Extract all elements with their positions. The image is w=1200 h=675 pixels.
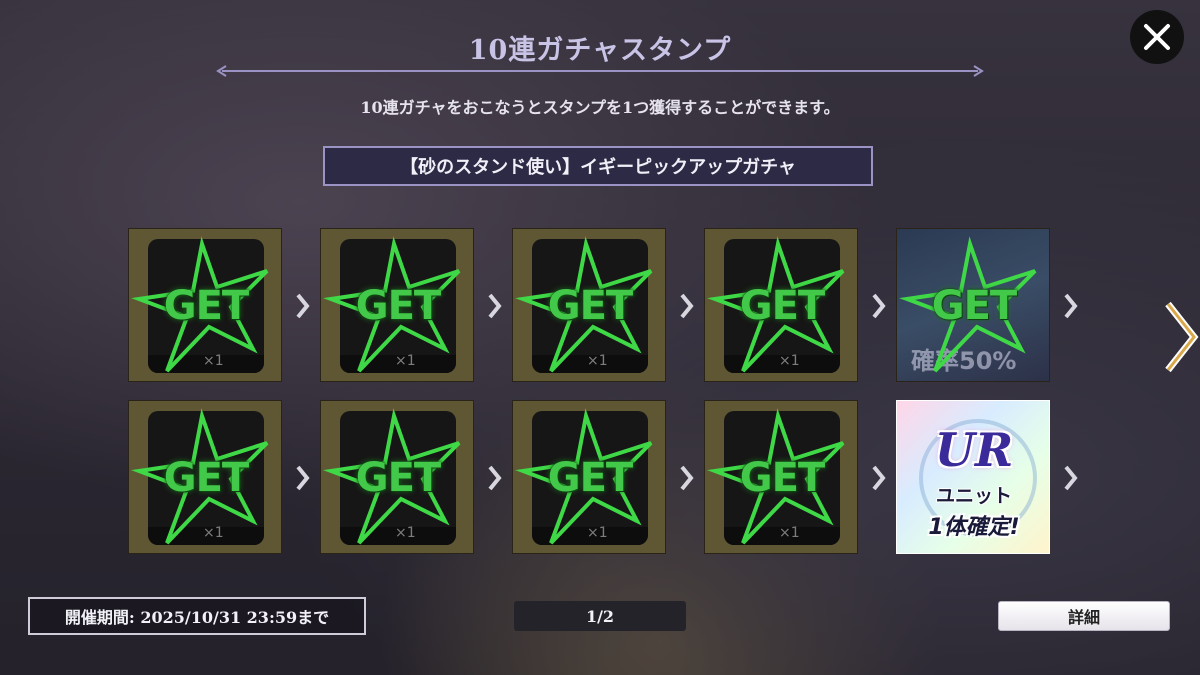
page-title: 10連ガチャスタンプ <box>468 35 732 66</box>
chevron-right-icon <box>872 293 886 319</box>
chevron-right-icon <box>488 465 502 491</box>
detail-button[interactable]: 詳細 <box>998 601 1170 631</box>
get-label: GET <box>547 283 633 329</box>
stamp-slot-1[interactable]: ×1 GET <box>128 228 282 382</box>
get-label: GET <box>547 455 633 501</box>
get-label: GET <box>739 283 825 329</box>
chevron-right-icon <box>680 293 694 319</box>
stamp-slot-6[interactable]: ×1 GET <box>128 400 282 554</box>
stamp-slot-9[interactable]: ×1 GET <box>704 400 858 554</box>
event-period: 開催期間: 2025/10/31 23:59まで <box>28 597 366 635</box>
get-label: GET <box>931 283 1017 329</box>
get-label: GET <box>355 283 441 329</box>
get-label: GET <box>163 455 249 501</box>
chevron-right-icon <box>680 465 694 491</box>
page-indicator: 1/2 <box>514 601 686 631</box>
stamp-slot-5[interactable]: 確率50% GET <box>896 228 1050 382</box>
gacha-name-banner: 【砂のスタンド使い】イギーピックアップガチャ <box>323 146 873 186</box>
stamp-slot-10-ur-reward[interactable]: UR ユニット 1体確定! <box>896 400 1050 554</box>
stamp-slot-8[interactable]: ×1 GET <box>512 400 666 554</box>
ur-logo: UR <box>934 423 1014 477</box>
chevron-right-icon <box>296 465 310 491</box>
stamp-description: 10連ガチャをおこなうとスタンプを1つ獲得することができます。 <box>360 98 840 117</box>
ur-unit-label: ユニット <box>935 485 1012 507</box>
stamp-slot-4[interactable]: ×1 GET <box>704 228 858 382</box>
stamp-slot-2[interactable]: ×1 GET <box>320 228 474 382</box>
chevron-right-icon <box>296 293 310 319</box>
page-next-icon[interactable] <box>1160 298 1200 376</box>
stamp-slot-7[interactable]: ×1 GET <box>320 400 474 554</box>
chevron-right-icon <box>1064 465 1078 491</box>
stamp-slot-3[interactable]: ×1 GET <box>512 228 666 382</box>
get-label: GET <box>739 455 825 501</box>
ur-guarantee-label: 1体確定! <box>928 515 1020 540</box>
chevron-right-icon <box>1064 293 1078 319</box>
get-label: GET <box>163 283 249 329</box>
chevron-right-icon <box>872 465 886 491</box>
chevron-right-icon <box>488 293 502 319</box>
title-divider <box>216 65 984 77</box>
get-label: GET <box>355 455 441 501</box>
